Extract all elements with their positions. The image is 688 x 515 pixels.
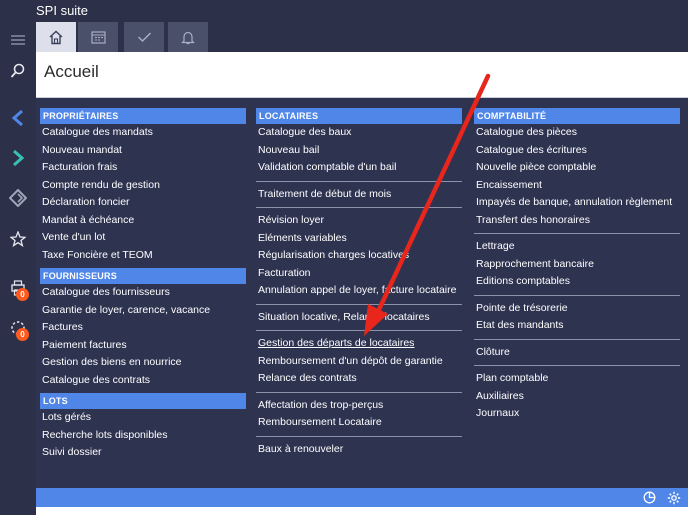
menu-column-owners: PROPRIÉTAIRES Catalogue des mandats Nouv…: [40, 108, 246, 462]
menu-item[interactable]: Facturation: [256, 265, 462, 283]
title-bar: SPI suite: [0, 0, 688, 20]
page-header: Accueil: [36, 52, 688, 98]
notifications-tab[interactable]: [168, 22, 208, 52]
menu-item[interactable]: Remboursement Locataire: [256, 414, 462, 432]
menu-item[interactable]: Nouveau bail: [256, 142, 462, 160]
hamburger-menu-icon[interactable]: [0, 24, 36, 56]
star-icon[interactable]: [0, 223, 36, 255]
menu-item[interactable]: Suivi dossier: [40, 444, 246, 462]
menu-item[interactable]: Etat des mandants: [474, 317, 680, 335]
menu-item[interactable]: Clôture: [474, 344, 680, 362]
menu-item[interactable]: Rapprochement bancaire: [474, 256, 680, 274]
section-header-owners: PROPRIÉTAIRES: [40, 108, 246, 124]
menu-item[interactable]: Catalogue des pièces: [474, 124, 680, 142]
menu-item[interactable]: Catalogue des mandats: [40, 124, 246, 142]
section-header-tenants: LOCATAIRES: [256, 108, 462, 124]
menu-divider: [474, 365, 680, 366]
menu-divider: [256, 391, 462, 393]
menu-item[interactable]: Régularisation charges locatives: [256, 247, 462, 265]
menu-item[interactable]: Encaissement: [474, 177, 680, 195]
pie-chart-icon[interactable]: [642, 490, 657, 505]
menu-item[interactable]: Taxe Foncière et TEOM: [40, 247, 246, 265]
menu-item[interactable]: Affectation des trop-perçus: [256, 397, 462, 415]
menu-item[interactable]: Catalogue des contrats: [40, 372, 246, 390]
menu-item[interactable]: Nouvelle pièce comptable: [474, 159, 680, 177]
menu-item[interactable]: Pointe de trésorerie: [474, 300, 680, 318]
menu-item[interactable]: Catalogue des baux: [256, 124, 462, 142]
menu-item[interactable]: Editions comptables: [474, 273, 680, 291]
bell-icon: [181, 31, 195, 44]
calendar-tab[interactable]: [78, 22, 118, 52]
menu-item[interactable]: Impayés de banque, annulation règlement: [474, 194, 680, 212]
settings-gear-icon[interactable]: [666, 490, 681, 505]
section-header-accounting: COMPTABILITÉ: [474, 108, 680, 124]
accounting-module-icon[interactable]: [0, 182, 36, 214]
menu-divider: [256, 180, 462, 182]
menu-divider: [256, 330, 462, 331]
menu-divider: [256, 207, 462, 208]
menu-item[interactable]: Facturation frais: [40, 159, 246, 177]
tasks-tab[interactable]: [124, 22, 164, 52]
menu-column-tenants: LOCATAIRES Catalogue des baux Nouveau ba…: [256, 108, 462, 458]
menu-item[interactable]: Relance des contrats: [256, 370, 462, 388]
menu-column-accounting: COMPTABILITÉ Catalogue des pièces Catalo…: [474, 108, 680, 423]
search-icon[interactable]: [0, 55, 36, 87]
home-icon: [49, 30, 63, 44]
menu-item[interactable]: Traitement de début de mois: [256, 186, 462, 204]
menu-item[interactable]: Journaux: [474, 405, 680, 423]
calendar-icon: [90, 31, 106, 44]
page-title: Accueil: [44, 62, 99, 81]
menu-item[interactable]: Remboursement d'un dépôt de garantie: [256, 353, 462, 371]
checkmark-icon: [137, 32, 151, 43]
menu-item[interactable]: Eléments variables: [256, 230, 462, 248]
left-rail: 0 0: [0, 0, 36, 515]
menu-item[interactable]: Annulation appel de loyer, facture locat…: [256, 282, 462, 300]
menu-item[interactable]: Déclaration foncier: [40, 194, 246, 212]
menu-item[interactable]: Gestion des biens en nourrice: [40, 354, 246, 372]
menu-item-tenant-departures[interactable]: Gestion des départs de locataires: [256, 335, 462, 353]
main-menu-panel: PROPRIÉTAIRES Catalogue des mandats Nouv…: [36, 98, 688, 488]
home-tab[interactable]: [36, 22, 76, 52]
menu-item[interactable]: Catalogue des écritures: [474, 142, 680, 160]
menu-item[interactable]: Plan comptable: [474, 370, 680, 388]
print-queue-badge: 0: [16, 288, 29, 301]
menu-item[interactable]: Vente d'un lot: [40, 229, 246, 247]
menu-footer-bar: [36, 488, 688, 507]
section-header-suppliers: FOURNISSEURS: [40, 268, 246, 284]
menu-item[interactable]: Révision loyer: [256, 212, 462, 230]
menu-divider: [474, 294, 680, 296]
menu-item[interactable]: Auxiliaires: [474, 388, 680, 406]
toolbar: [36, 20, 688, 52]
section-header-lots: LOTS: [40, 393, 246, 409]
menu-item[interactable]: Nouveau mandat: [40, 142, 246, 160]
menu-item[interactable]: Lettrage: [474, 238, 680, 256]
menu-item[interactable]: Recherche lots disponibles: [40, 427, 246, 445]
menu-item[interactable]: Compte rendu de gestion: [40, 177, 246, 195]
menu-divider: [474, 233, 680, 234]
menu-item[interactable]: Transfert des honoraires: [474, 212, 680, 230]
menu-item[interactable]: Validation comptable d'un bail: [256, 159, 462, 177]
menu-divider: [474, 338, 680, 340]
menu-item[interactable]: Catalogue des fournisseurs: [40, 284, 246, 302]
owners-module-icon[interactable]: [0, 102, 36, 134]
menu-item[interactable]: Situation locative, Relance locataires: [256, 309, 462, 327]
menu-item[interactable]: Factures: [40, 319, 246, 337]
menu-item[interactable]: Baux à renouveler: [256, 441, 462, 459]
menu-item[interactable]: Lots gérés: [40, 409, 246, 427]
menu-item[interactable]: Mandat à échéance: [40, 212, 246, 230]
app-title: SPI suite: [36, 3, 89, 18]
menu-divider: [256, 435, 462, 437]
menu-item[interactable]: Paiement factures: [40, 337, 246, 355]
tenants-module-icon[interactable]: [0, 142, 36, 174]
menu-item[interactable]: Garantie de loyer, carence, vacance: [40, 302, 246, 320]
tasks-badge: 0: [16, 328, 29, 341]
menu-divider: [256, 303, 462, 305]
